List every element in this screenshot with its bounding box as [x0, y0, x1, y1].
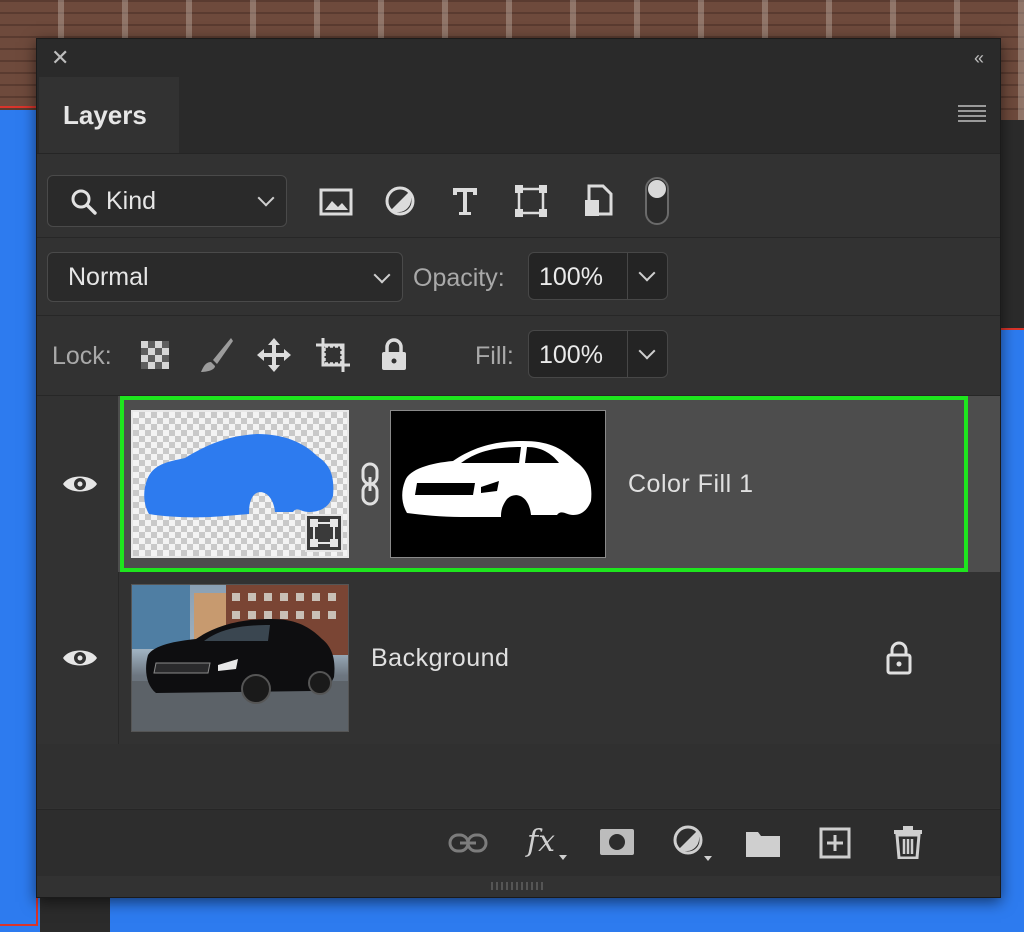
adjustment-filter-icon[interactable]	[384, 185, 416, 217]
lock-transparent-pixels-icon[interactable]	[141, 341, 169, 369]
smart-object-filter-icon[interactable]	[583, 184, 613, 218]
layer-name[interactable]: Background	[371, 644, 509, 673]
layer-style-fx-icon[interactable]: fx	[525, 823, 569, 863]
visibility-eye-icon[interactable]	[61, 465, 99, 503]
lock-artboard-icon[interactable]	[315, 337, 353, 373]
shape-filter-icon[interactable]	[514, 184, 548, 218]
visibility-eye-icon[interactable]	[61, 639, 99, 677]
selection-outline	[120, 396, 968, 572]
image-filter-icon[interactable]	[319, 187, 353, 217]
layer-locked-icon[interactable]	[885, 641, 913, 675]
fill-chevron-icon[interactable]	[638, 342, 656, 360]
fill-label: Fill:	[475, 342, 514, 370]
kind-filter-dropdown[interactable]: Kind	[47, 175, 287, 227]
chevron-down-icon	[373, 266, 391, 284]
lock-label: Lock:	[52, 342, 112, 370]
blend-mode-dropdown[interactable]: Normal	[47, 252, 403, 302]
opacity-label: Opacity:	[413, 264, 505, 292]
toggle-knob	[648, 180, 666, 198]
filter-toggle-switch[interactable]	[645, 177, 669, 225]
new-group-folder-icon[interactable]	[745, 828, 781, 858]
new-fill-adjustment-layer-icon[interactable]	[672, 824, 714, 864]
layers-panel: ✕ ‹‹ Layers Kind Normal Opacity: 100% Lo…	[36, 38, 1001, 898]
panel-resize-grip[interactable]	[491, 882, 543, 890]
fill-field[interactable]: 100%	[528, 330, 668, 378]
fill-value: 100%	[539, 341, 603, 369]
layer-row-background[interactable]: Background	[37, 572, 1000, 744]
panel-title-bar[interactable]: ✕ ‹‹	[37, 39, 1000, 77]
tab-layers[interactable]: Layers	[39, 77, 179, 153]
kind-filter-label: Kind	[106, 187, 157, 215]
layers-footer-toolbar: fx	[37, 809, 1000, 876]
layers-list: Color Fill 1 Background	[37, 396, 1000, 808]
chevron-down-icon	[257, 189, 275, 207]
search-icon	[71, 189, 97, 215]
opacity-value: 100%	[539, 263, 603, 291]
close-panel-button[interactable]: ✕	[51, 47, 69, 69]
panel-menu-icon[interactable]	[958, 105, 986, 125]
layer-row-separator	[118, 572, 119, 744]
blend-row: Normal Opacity: 100%	[37, 238, 1000, 314]
blue-fill-left-edge	[0, 106, 38, 926]
collapse-panel-button[interactable]: ‹‹	[974, 47, 984, 69]
new-layer-icon[interactable]	[819, 827, 851, 859]
lock-row: Lock: Fill: 100%	[37, 316, 1000, 394]
lock-position-move-icon[interactable]	[256, 337, 292, 373]
car-photo	[132, 585, 348, 731]
lock-image-pixels-brush-icon[interactable]	[199, 336, 235, 374]
blue-fill-bottom	[110, 898, 1024, 932]
svg-text:fx: fx	[525, 824, 555, 859]
filter-row: Kind	[37, 155, 1000, 237]
layers-list-empty-area	[37, 744, 1000, 808]
layer-row-color-fill-1[interactable]: Color Fill 1	[37, 396, 1000, 572]
opacity-chevron-icon[interactable]	[638, 264, 656, 282]
add-layer-mask-icon[interactable]	[599, 828, 635, 856]
lock-all-icon[interactable]	[380, 338, 408, 372]
blend-mode-value: Normal	[68, 263, 149, 291]
opacity-field[interactable]: 100%	[528, 252, 668, 300]
type-filter-icon[interactable]	[450, 185, 480, 217]
panel-tab-strip: Layers	[37, 77, 1000, 154]
background-layer-thumbnail[interactable]	[131, 584, 349, 732]
blue-fill-right-edge	[998, 328, 1024, 932]
link-layers-icon[interactable]	[448, 832, 488, 854]
delete-layer-trash-icon[interactable]	[893, 825, 923, 859]
